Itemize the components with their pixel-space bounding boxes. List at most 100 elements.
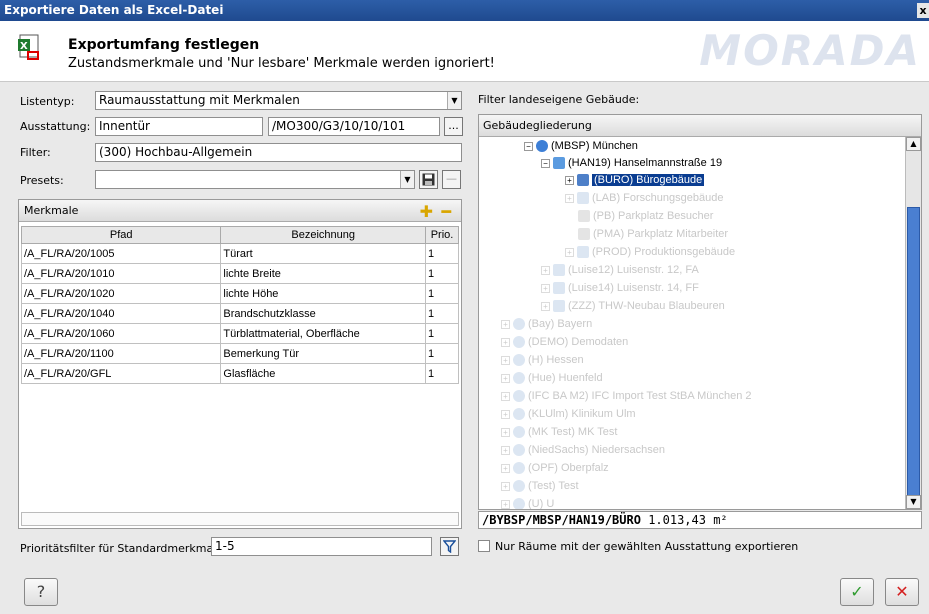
tree-node[interactable]: + (H) Hessen — [501, 353, 584, 367]
apply-filter-button[interactable] — [440, 537, 459, 556]
column-header-pfad[interactable]: Pfad — [20, 226, 222, 244]
delete-preset-button[interactable]: — — [442, 170, 461, 189]
selected-path-display: /BYBSP/MBSP/HAN19/BÜRO 1.013,43 m² — [478, 511, 922, 529]
presets-select[interactable]: ▼ — [95, 170, 415, 189]
expand-icon[interactable]: + — [541, 265, 550, 275]
checkmark-icon: ✓ — [850, 582, 864, 601]
filter-field[interactable]: (300) Hochbau-Allgemein — [95, 143, 462, 162]
ok-button[interactable]: ✓ — [840, 578, 874, 606]
cancel-button[interactable]: ✕ — [885, 578, 919, 606]
ausstattung-field[interactable]: Innentür — [95, 117, 263, 136]
expand-icon[interactable]: + — [501, 373, 510, 383]
globe-icon — [513, 426, 525, 439]
expand-icon[interactable]: + — [501, 445, 510, 455]
help-button[interactable]: ? — [24, 578, 58, 606]
expand-icon[interactable]: + — [541, 301, 550, 311]
table-row[interactable]: /A_FL/RA/20/1100 Bemerkung Tür 1 — [20, 343, 459, 364]
tree-node[interactable]: + (NiedSachs) Niedersachsen — [501, 443, 665, 457]
tree-node[interactable]: + (PROD) Produktionsgebäude — [565, 245, 735, 259]
tree-node[interactable]: + (Hue) Huenfeld — [501, 371, 603, 385]
cell-pfad: /A_FL/RA/20/1005 — [20, 243, 222, 264]
building-icon — [553, 157, 565, 170]
tree-node-label: (Bay) Bayern — [528, 318, 593, 330]
table-row[interactable]: /A_FL/RA/20/1040 Brandschutzklasse 1 — [20, 303, 459, 324]
tree-node-label: (NiedSachs) Niedersachsen — [528, 444, 665, 456]
table-row[interactable]: /A_FL/RA/20/1005 Türart 1 — [20, 243, 459, 264]
only-rooms-checkbox[interactable] — [478, 540, 490, 552]
expand-icon[interactable]: + — [541, 283, 550, 293]
tree-node-label: (H) Hessen — [528, 354, 584, 366]
building-icon — [553, 300, 565, 313]
tree-node[interactable]: (PMA) Parkplatz Mitarbeiter — [578, 227, 728, 241]
expand-icon[interactable]: + — [565, 193, 574, 203]
close-icon[interactable]: x — [917, 3, 929, 18]
table-row[interactable]: /A_FL/RA/20/1060 Türblattmaterial, Oberfl… — [20, 323, 459, 344]
tree-node[interactable]: + (IFC BA M2) IFC Import Test StBA Münche… — [501, 389, 752, 403]
expand-icon[interactable]: + — [501, 355, 510, 365]
remove-icon[interactable]: ━ — [441, 201, 451, 223]
tree-node[interactable]: − (MBSP) München — [524, 139, 638, 153]
expand-icon[interactable]: + — [501, 427, 510, 437]
header-subtitle: Zustandsmerkmale und 'Nur lesbare' Merkm… — [68, 56, 495, 71]
expand-icon[interactable]: + — [565, 247, 574, 257]
building-icon — [577, 246, 589, 259]
tree-scrollbar[interactable]: ▲ ▼ — [905, 137, 921, 509]
morada-logo: MORADA — [699, 26, 921, 75]
tree-node[interactable]: + (OPF) Oberpfalz — [501, 461, 609, 475]
tree-node[interactable]: − (HAN19) Hanselmannstraße 19 — [541, 156, 722, 170]
collapse-icon[interactable]: − — [524, 141, 533, 151]
tree-node[interactable]: + (U) U — [501, 497, 554, 509]
column-header-prio[interactable]: Prio. — [425, 226, 459, 244]
dialog-header: X Exportumfang festlegen Zustandsmerkmal… — [0, 21, 929, 81]
tree-node[interactable]: + (DEMO) Demodaten — [501, 335, 628, 349]
window-title: Exportiere Daten als Excel-Datei — [4, 3, 224, 17]
selected-path: /BYBSP/MBSP/HAN19/BÜRO — [482, 513, 641, 527]
tree-node[interactable]: + (Luise12) Luisenstr. 12, FA — [541, 263, 699, 277]
tree-node[interactable]: + (MK Test) MK Test — [501, 425, 617, 439]
expand-icon[interactable]: + — [501, 481, 510, 491]
globe-icon — [513, 390, 525, 403]
cell-pfad: /A_FL/RA/20/1060 — [20, 323, 222, 344]
listentyp-select[interactable]: Raumausstattung mit Merkmalen ▼ — [95, 91, 462, 110]
collapse-icon[interactable]: − — [541, 158, 550, 168]
column-header-bezeichnung[interactable]: Bezeichnung — [220, 226, 427, 244]
table-row[interactable]: /A_FL/RA/20/GFL Glasfläche 1 — [20, 363, 459, 384]
tree-node-label: (IFC BA M2) IFC Import Test StBA München… — [528, 390, 752, 402]
tree-node[interactable]: + (KLUlm) Klinikum Ulm — [501, 407, 636, 421]
ausstattung-path-field[interactable]: /MO300/G3/10/10/101 — [268, 117, 440, 136]
table-row[interactable]: /A_FL/RA/20/1020 lichte Höhe 1 — [20, 283, 459, 304]
table-header-row: Pfad Bezeichnung Prio. — [20, 226, 459, 244]
building-tree: Gebäudegliederung − (MBSP) München − (HAN1… — [478, 114, 922, 510]
scroll-up-icon[interactable]: ▲ — [906, 137, 921, 151]
prio-filter-field[interactable]: 1-5 — [211, 537, 432, 556]
expand-icon[interactable]: + — [565, 175, 574, 185]
tree-node[interactable]: + (Test) Test — [501, 479, 579, 493]
tree-node[interactable]: + (ZZZ) THW-Neubau Blaubeuren — [541, 299, 725, 313]
globe-icon — [513, 498, 525, 509]
tree-node-label: (Luise12) Luisenstr. 12, FA — [568, 264, 699, 276]
expand-icon[interactable]: + — [501, 463, 510, 473]
tree-node[interactable]: + (Bay) Bayern — [501, 317, 592, 331]
tree-node-label: (DEMO) Demodaten — [528, 336, 629, 348]
scroll-thumb[interactable] — [907, 207, 920, 497]
tree-node-selected[interactable]: + (BÜRO) Bürogebäude — [565, 173, 705, 187]
cell-prio: 1 — [425, 303, 459, 324]
tree-node[interactable]: (PB) Parkplatz Besucher — [578, 209, 713, 223]
horizontal-scrollbar[interactable] — [21, 512, 459, 526]
expand-icon[interactable]: + — [501, 337, 510, 347]
tree-node-label: (BÜRO) Bürogebäude — [592, 174, 705, 186]
chevron-down-icon[interactable]: ▼ — [400, 171, 414, 188]
expand-icon[interactable]: + — [501, 499, 510, 509]
chevron-down-icon[interactable]: ▼ — [447, 92, 461, 109]
browse-button[interactable]: ... — [444, 117, 463, 136]
tree-node[interactable]: + (Luise14) Luisenstr. 14, FF — [541, 281, 699, 295]
expand-icon[interactable]: + — [501, 319, 510, 329]
expand-icon[interactable]: + — [501, 409, 510, 419]
save-preset-button[interactable] — [419, 170, 438, 189]
listentyp-label: Listentyp: — [20, 95, 75, 108]
add-icon[interactable]: ✚ — [420, 201, 433, 223]
scroll-down-icon[interactable]: ▼ — [906, 495, 921, 509]
tree-node[interactable]: + (LAB) Forschungsgebäude — [565, 191, 723, 205]
expand-icon[interactable]: + — [501, 391, 510, 401]
table-row[interactable]: /A_FL/RA/20/1010 lichte Breite 1 — [20, 263, 459, 284]
